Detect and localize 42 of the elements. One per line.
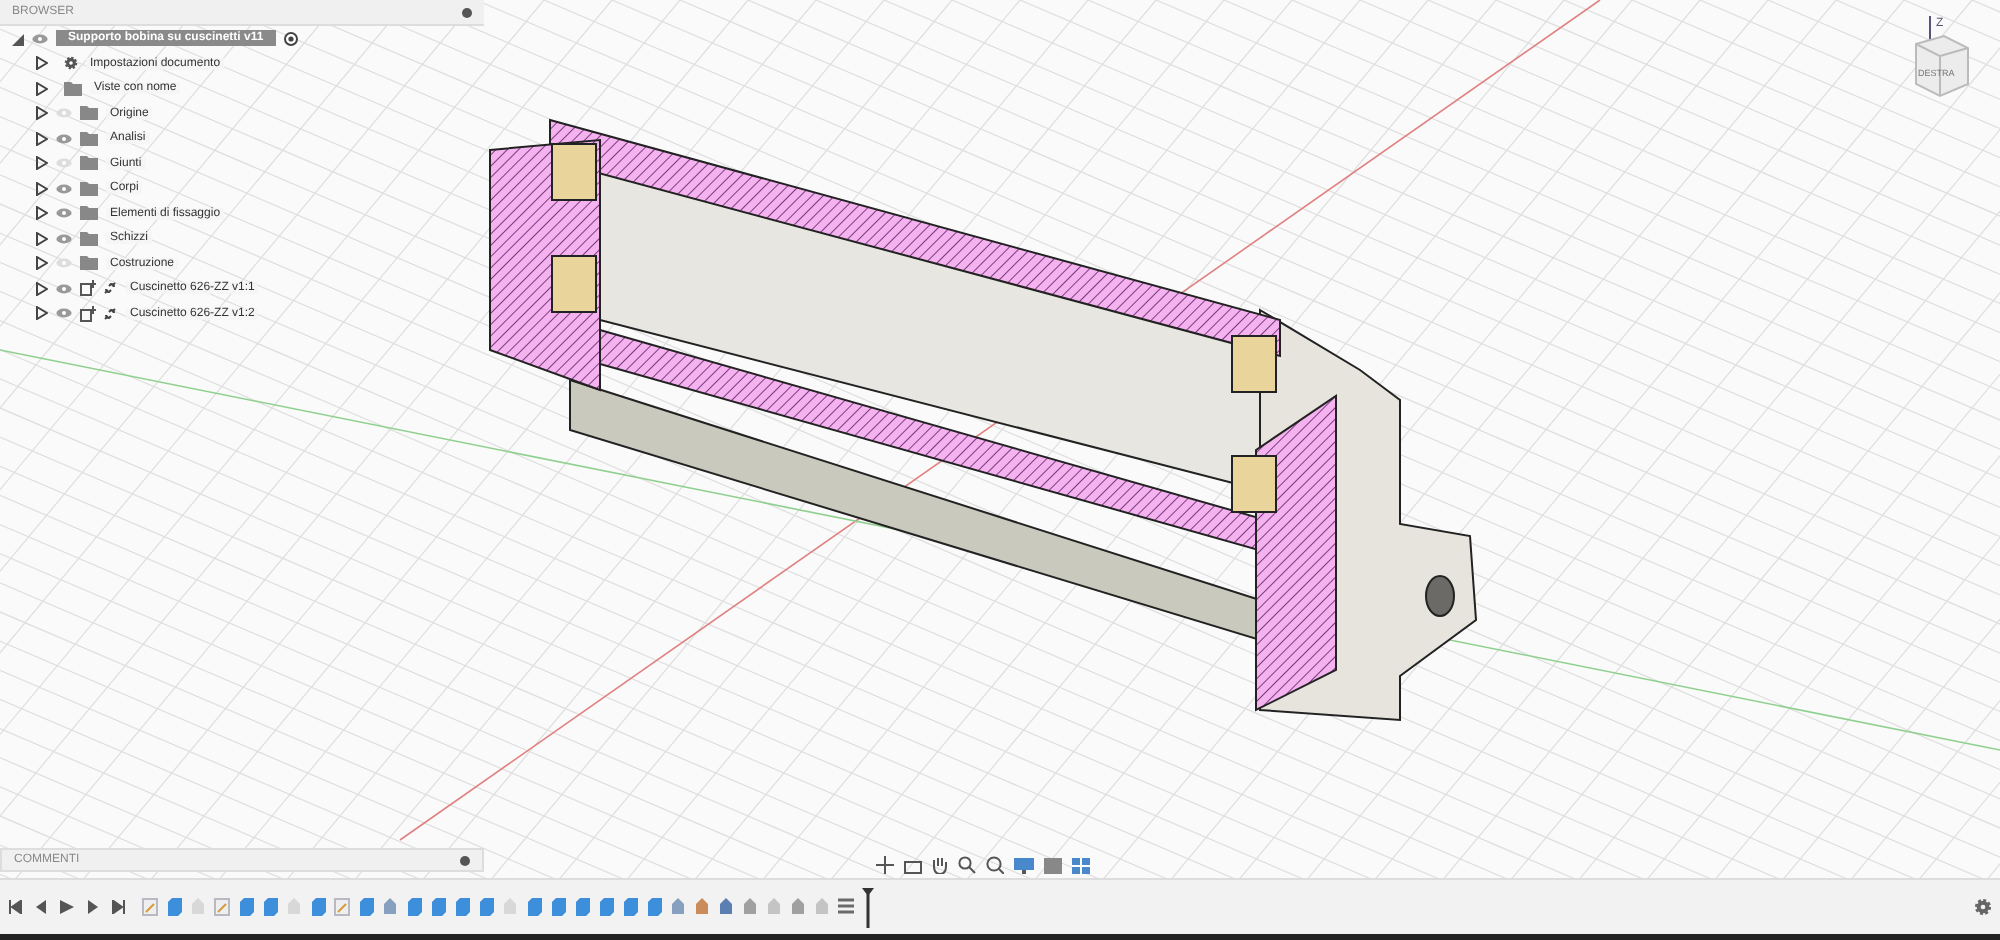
component-icon bbox=[80, 305, 96, 322]
timeline-mesh-icon[interactable] bbox=[790, 898, 806, 916]
viewports-icon[interactable] bbox=[1072, 857, 1090, 873]
timeline-fillet-icon[interactable] bbox=[670, 898, 686, 916]
component-icon bbox=[80, 280, 96, 297]
timeline-draft-icon[interactable] bbox=[718, 898, 734, 916]
timeline-split-icon[interactable] bbox=[694, 898, 710, 916]
eye-icon[interactable] bbox=[32, 33, 48, 44]
settings-icon[interactable] bbox=[1974, 898, 1992, 916]
eye-icon[interactable] bbox=[56, 233, 72, 244]
timeline-sketch-icon[interactable] bbox=[214, 898, 230, 916]
timeline-body-icon[interactable] bbox=[166, 898, 182, 916]
pan-hand-icon[interactable] bbox=[932, 856, 948, 874]
step-forward-icon[interactable] bbox=[86, 900, 100, 914]
timeline-group-icon[interactable] bbox=[838, 898, 854, 916]
timeline-fillet-icon[interactable] bbox=[382, 898, 398, 916]
fit-icon[interactable] bbox=[986, 856, 1004, 874]
timeline-plane-icon[interactable] bbox=[814, 898, 830, 916]
display-icon[interactable] bbox=[1014, 857, 1034, 873]
timeline-mesh-icon[interactable] bbox=[742, 898, 758, 916]
timeline-body-icon[interactable] bbox=[358, 898, 374, 916]
radio-icon[interactable] bbox=[283, 31, 298, 46]
timeline-sketch-icon[interactable] bbox=[142, 898, 158, 916]
eye-icon[interactable] bbox=[56, 183, 72, 194]
orbit-icon[interactable] bbox=[876, 856, 894, 874]
eye-icon[interactable] bbox=[56, 283, 72, 294]
grid-icon[interactable] bbox=[1044, 857, 1062, 873]
timeline-marker-icon[interactable] bbox=[862, 887, 874, 927]
skip-start-icon[interactable] bbox=[8, 900, 22, 914]
timeline-body-icon[interactable] bbox=[310, 898, 326, 916]
gear-icon bbox=[64, 56, 78, 71]
zoom-icon[interactable] bbox=[958, 856, 976, 874]
options-icon[interactable] bbox=[462, 7, 472, 17]
timeline-sketch-icon[interactable] bbox=[334, 898, 350, 916]
eye-icon[interactable] bbox=[56, 133, 72, 144]
options-icon[interactable] bbox=[460, 855, 470, 865]
play-icon[interactable] bbox=[60, 900, 74, 914]
step-back-icon[interactable] bbox=[34, 900, 48, 914]
eye-icon[interactable] bbox=[56, 208, 72, 219]
timeline-plane-icon[interactable] bbox=[766, 898, 782, 916]
skip-end-icon[interactable] bbox=[112, 900, 126, 914]
eye-icon[interactable] bbox=[56, 308, 72, 319]
